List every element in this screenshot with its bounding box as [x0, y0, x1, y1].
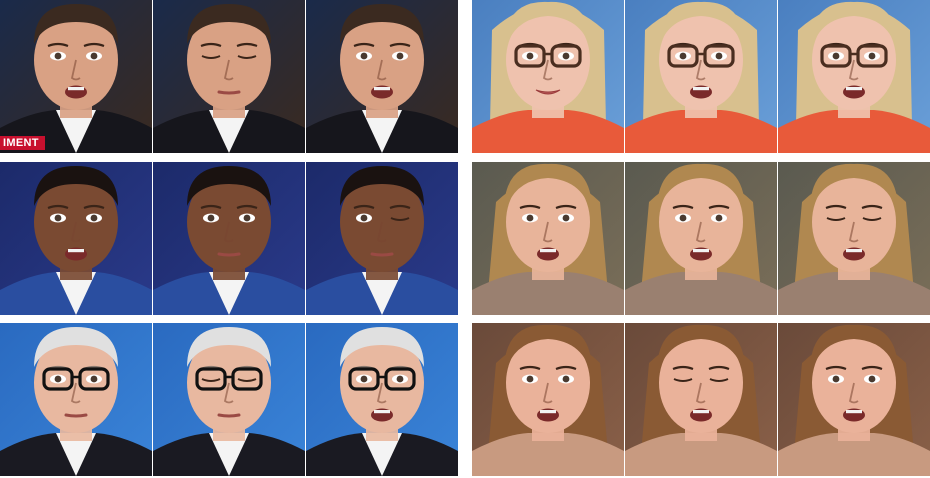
mouth — [217, 252, 241, 257]
face-frame-image — [306, 0, 458, 153]
face-frame-image — [0, 162, 152, 315]
eye — [558, 51, 574, 61]
mouth — [843, 247, 865, 261]
face-frame-image — [153, 0, 305, 153]
face-frame: IMENT — [0, 0, 152, 153]
mouth — [690, 408, 712, 422]
face-frame — [778, 0, 930, 153]
face-frame — [472, 323, 624, 476]
eye — [711, 51, 727, 61]
eye — [522, 374, 538, 384]
mouth — [370, 252, 394, 257]
face-frame — [778, 323, 930, 476]
mouth — [843, 408, 865, 422]
eye — [86, 374, 102, 384]
mouth — [64, 413, 88, 418]
face-frame-image — [472, 162, 624, 315]
face-frame — [306, 162, 458, 315]
mouth — [537, 247, 559, 261]
face-frame-image — [472, 323, 624, 476]
face-frame — [0, 323, 152, 476]
mouth — [65, 247, 87, 261]
face-frame-image — [625, 323, 777, 476]
eye — [828, 51, 844, 61]
face-frame-image — [778, 323, 930, 476]
mouth — [371, 85, 393, 99]
mouth — [843, 85, 865, 99]
face-frame — [472, 162, 624, 315]
face-frame-image — [0, 323, 152, 476]
eye — [356, 51, 372, 61]
eye — [828, 374, 844, 384]
eye — [392, 374, 408, 384]
face-frame — [472, 0, 624, 153]
eye — [522, 51, 538, 61]
eye — [86, 51, 102, 61]
face-frame-image — [472, 0, 624, 153]
face-frame-image — [306, 323, 458, 476]
mouth — [217, 413, 241, 418]
mouth — [371, 408, 393, 422]
eye — [86, 213, 102, 223]
face-frame-image — [153, 323, 305, 476]
eye — [558, 213, 574, 223]
eye — [50, 213, 66, 223]
eye — [675, 213, 691, 223]
eye — [864, 51, 880, 61]
eye — [356, 374, 372, 384]
news-chyron-banner: IMENT — [0, 136, 45, 150]
face-frame — [153, 162, 305, 315]
eye — [522, 213, 538, 223]
face-frame — [306, 0, 458, 153]
eye — [203, 213, 219, 223]
face-frame — [306, 323, 458, 476]
face-frame — [778, 162, 930, 315]
face-frame — [625, 323, 777, 476]
face-frame-image — [778, 0, 930, 153]
eye — [558, 374, 574, 384]
mouth — [217, 90, 241, 95]
face-frame — [0, 162, 152, 315]
face-frame-image — [0, 0, 152, 153]
eye — [675, 51, 691, 61]
face-frame-grid: IMENT — [0, 0, 930, 478]
mouth — [537, 408, 559, 422]
mouth — [690, 85, 712, 99]
face-frame-image — [153, 162, 305, 315]
face-frame — [625, 0, 777, 153]
eye — [239, 213, 255, 223]
mouth — [65, 85, 87, 99]
face-frame-image — [625, 0, 777, 153]
eye — [356, 213, 372, 223]
mouth — [690, 247, 712, 261]
eye — [864, 374, 880, 384]
face-frame-image — [306, 162, 458, 315]
eye — [50, 51, 66, 61]
face-frame-image — [778, 162, 930, 315]
face-frame-image — [625, 162, 777, 315]
face-frame — [625, 162, 777, 315]
face-frame — [153, 0, 305, 153]
eye — [392, 51, 408, 61]
eye — [50, 374, 66, 384]
eye — [711, 213, 727, 223]
face-frame — [153, 323, 305, 476]
